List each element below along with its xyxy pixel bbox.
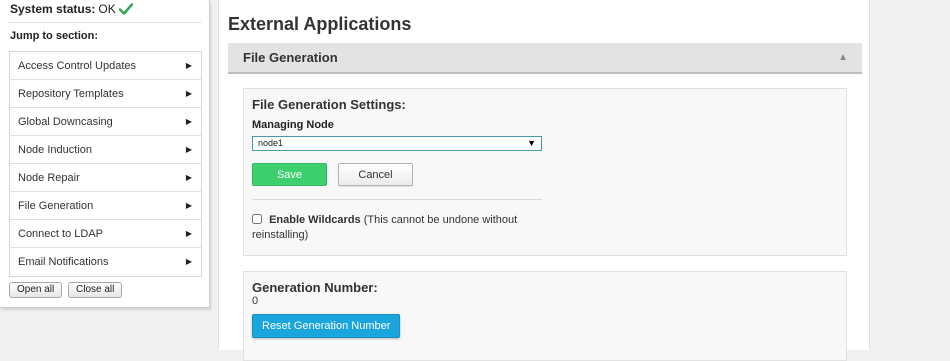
- close-all-button[interactable]: Close all: [68, 282, 123, 298]
- chevron-right-icon: ▶: [185, 172, 192, 182]
- chevron-right-icon: ▶: [185, 144, 192, 154]
- sidebar-item-label: Node Induction: [18, 143, 92, 156]
- sidebar-item-repository-templates[interactable]: Repository Templates ▶: [10, 80, 201, 108]
- enable-wildcards-checkbox[interactable]: [252, 214, 262, 224]
- sidebar: System status: OK Jump to section: Acces…: [0, 0, 210, 308]
- sidebar-item-node-repair[interactable]: Node Repair ▶: [10, 164, 201, 192]
- enable-wildcards-label: Enable Wildcards: [269, 214, 361, 226]
- file-generation-settings-panel: File Generation Settings: Managing Node …: [243, 88, 847, 256]
- managing-node-select[interactable]: node1 ▼: [252, 136, 542, 151]
- section-nav-list: Access Control Updates ▶ Repository Temp…: [9, 51, 202, 277]
- triangle-up-icon[interactable]: ▲: [838, 52, 848, 63]
- jump-to-section-label: Jump to section:: [10, 30, 99, 42]
- sidebar-item-file-generation[interactable]: File Generation ▶: [10, 192, 201, 220]
- dropdown-arrow-icon: ▼: [527, 138, 536, 148]
- sidebar-item-label: Access Control Updates: [18, 59, 136, 72]
- system-status-value: OK: [98, 2, 116, 16]
- status-divider: [8, 22, 201, 23]
- sidebar-item-global-downcasing[interactable]: Global Downcasing ▶: [10, 108, 201, 136]
- sidebar-item-connect-to-ldap[interactable]: Connect to LDAP ▶: [10, 220, 201, 248]
- system-status: System status: OK: [10, 2, 134, 16]
- page-title: External Applications: [228, 14, 412, 34]
- open-all-button[interactable]: Open all: [9, 282, 63, 298]
- sidebar-item-email-notifications[interactable]: Email Notifications ▶: [10, 248, 201, 276]
- managing-node-label: Managing Node: [252, 119, 334, 131]
- chevron-right-icon: ▶: [185, 88, 192, 98]
- system-status-label: System status:: [10, 2, 96, 16]
- section-header-file-generation[interactable]: File Generation ▲: [228, 43, 862, 74]
- generation-number-panel: Generation Number: 0 Reset Generation Nu…: [243, 271, 847, 361]
- chevron-right-icon: ▶: [185, 60, 192, 70]
- save-button[interactable]: Save: [252, 163, 327, 186]
- sidebar-item-label: Connect to LDAP: [18, 227, 103, 240]
- sidebar-item-label: Repository Templates: [18, 87, 124, 100]
- chevron-right-icon: ▶: [185, 257, 192, 266]
- cancel-button[interactable]: Cancel: [338, 163, 413, 186]
- sidebar-item-label: Email Notifications: [18, 256, 109, 268]
- chevron-right-icon: ▶: [185, 200, 192, 210]
- sidebar-item-node-induction[interactable]: Node Induction ▶: [10, 136, 201, 164]
- section-title: File Generation: [243, 50, 338, 65]
- generation-number-title: Generation Number:: [252, 280, 378, 295]
- reset-generation-number-button[interactable]: Reset Generation Number: [252, 314, 401, 338]
- sidebar-item-label: File Generation: [18, 199, 94, 212]
- sidebar-item-access-control-updates[interactable]: Access Control Updates ▶: [10, 52, 201, 80]
- settings-divider: [252, 199, 542, 200]
- settings-title: File Generation Settings:: [252, 97, 406, 112]
- check-icon: [118, 3, 134, 15]
- enable-wildcards-option: Enable Wildcards (This cannot be undone …: [252, 213, 532, 243]
- main-content: External Applications File Generation ▲ …: [218, 0, 870, 361]
- chevron-right-icon: ▶: [185, 116, 192, 126]
- sidebar-item-label: Global Downcasing: [18, 115, 113, 128]
- managing-node-value: node1: [258, 138, 284, 148]
- sidebar-item-label: Node Repair: [18, 171, 80, 184]
- chevron-right-icon: ▶: [185, 228, 192, 238]
- generation-number-value: 0: [252, 295, 259, 307]
